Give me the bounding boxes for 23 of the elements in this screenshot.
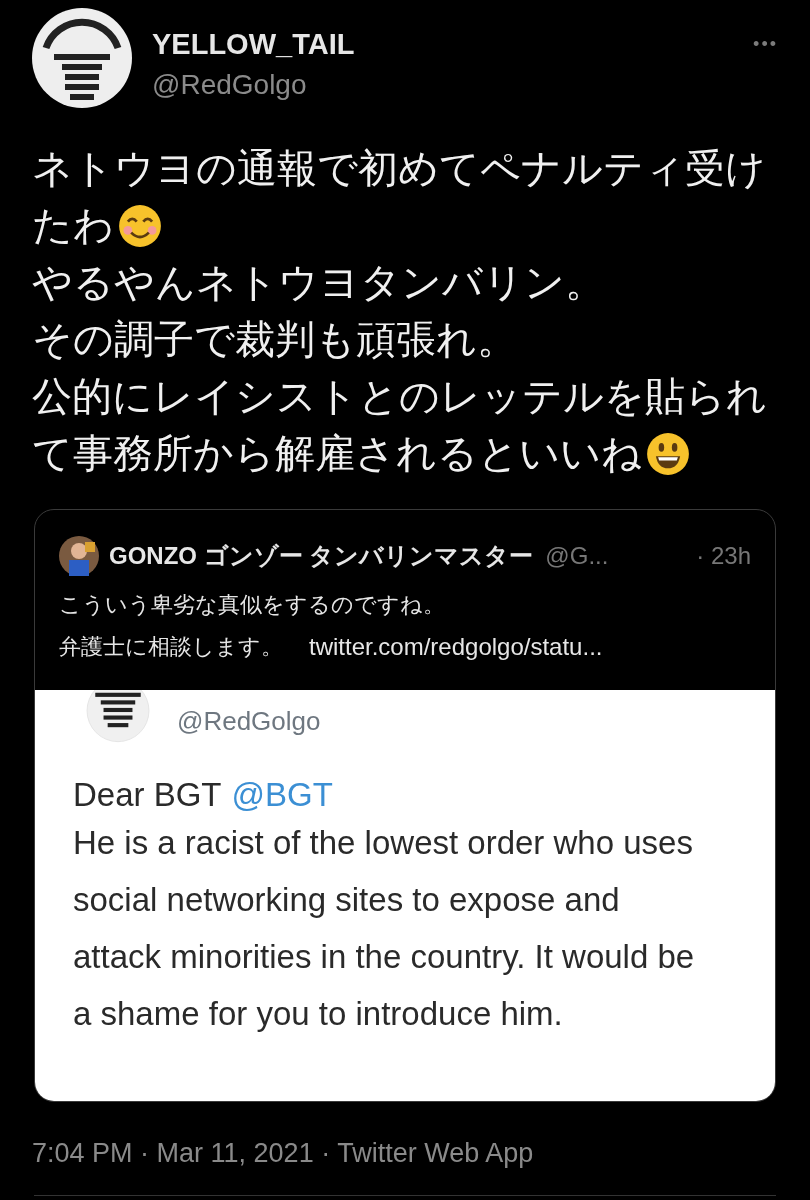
tweet-text: その調子で裁判も頑張れ。 <box>32 316 517 363</box>
tweet-text: て事務所から解雇されるといいね <box>32 430 642 477</box>
tweet-text: ネトウヨの通報で初めてペナルティ受け <box>32 145 766 192</box>
screenshot-handle: @RedGolgo <box>177 705 321 737</box>
author-name[interactable]: YELLOW_TAIL <box>152 28 355 61</box>
grinning-face-icon <box>646 431 690 476</box>
tweet-text: やるやんネトウヨタンバリン。 <box>32 259 605 306</box>
tweet-text: 公的にレイシストとのレッテルを貼られ <box>32 373 767 420</box>
quoted-author-name: GONZO ゴンゾー タンバリンマスター <box>109 541 534 571</box>
screenshot-mention: @BGT <box>231 776 333 814</box>
quoted-tweet-card[interactable] <box>34 509 776 1102</box>
more-button[interactable]: ••• <box>753 34 778 55</box>
quoted-time: · 23h <box>696 542 751 570</box>
tweet-timestamp: 7:04 PM · Mar 11, 2021 · Twitter Web App <box>32 1138 535 1169</box>
screenshot-text: He is a racist of the lowest order who uses social networking sites to expose and attack minorities in the country. It would be a shame for you to introduce him. <box>73 823 696 1034</box>
screenshot-greeting: Dear BGT <box>73 776 222 814</box>
quoted-text: こういう卑劣な真似をするのですね。 <box>59 591 445 619</box>
tweet-text: たわ <box>32 202 114 249</box>
tweet-link[interactable]: twitter.com/redgolgo/statu... <box>309 633 603 661</box>
quoted-text: 弁護士に相談します。 <box>59 633 283 661</box>
smiling-face-icon <box>118 203 162 248</box>
quoted-author-handle: @G... <box>545 542 609 570</box>
author-handle[interactable]: @RedGolgo <box>152 69 355 101</box>
